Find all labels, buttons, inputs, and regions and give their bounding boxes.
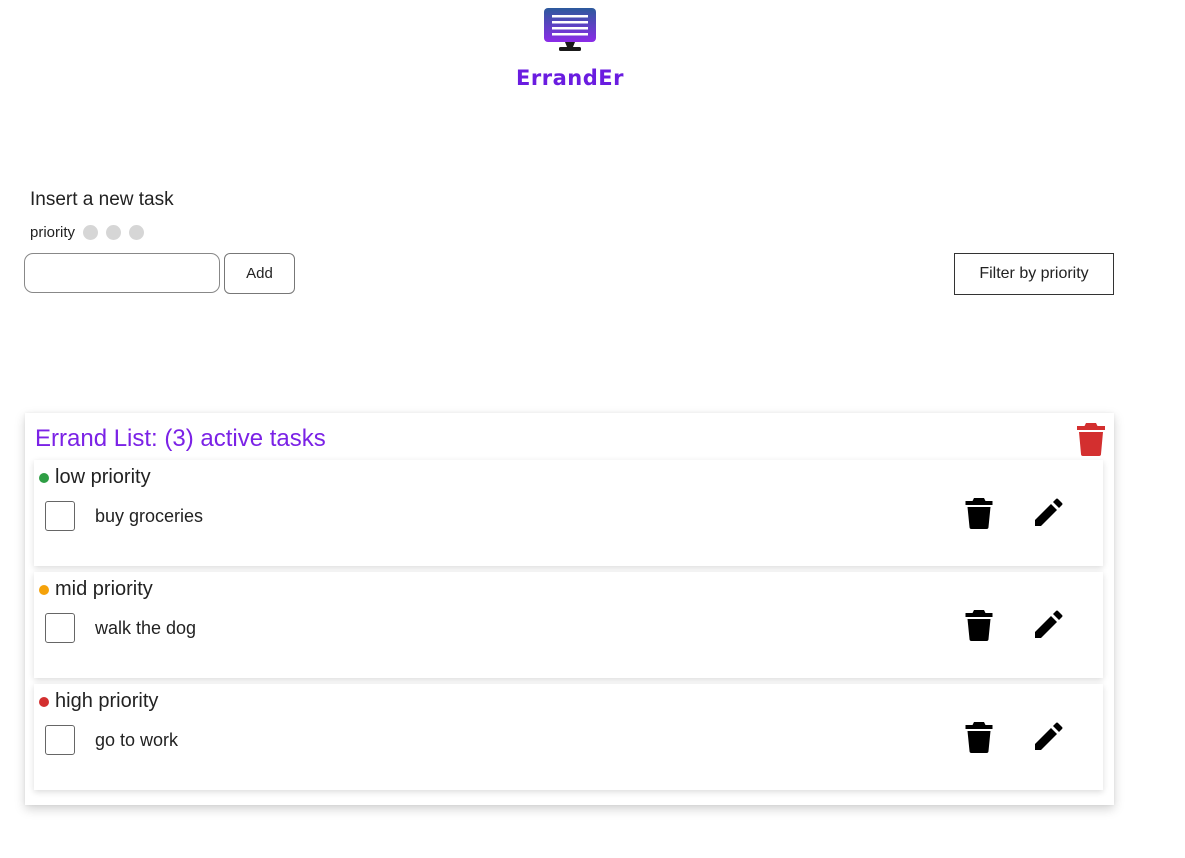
filter-by-priority-button[interactable]: Filter by priority	[954, 253, 1114, 295]
priority-label: mid priority	[55, 578, 153, 600]
list-title: Errand List: (3) active tasks	[35, 425, 326, 452]
priority-label: priority	[30, 224, 76, 241]
task-card: high priority go to work	[34, 684, 1103, 790]
priority-label: low priority	[55, 466, 151, 488]
app-logo: ErrandEr	[510, 6, 630, 90]
task-checkbox[interactable]	[45, 613, 75, 643]
task-checkbox[interactable]	[45, 725, 75, 755]
task-card: mid priority walk the dog	[34, 572, 1103, 678]
brand-name: ErrandEr	[516, 66, 624, 90]
delete-task-trash-icon[interactable]	[965, 609, 993, 646]
insert-task-heading: Insert a new task	[30, 189, 174, 210]
edit-task-pencil-icon[interactable]	[1032, 497, 1064, 534]
priority-selector: priority	[30, 224, 145, 241]
edit-task-pencil-icon[interactable]	[1032, 721, 1064, 758]
priority-dot	[39, 472, 49, 483]
task-checkbox[interactable]	[45, 501, 75, 531]
errand-list: Errand List: (3) active tasks low priori…	[25, 413, 1114, 805]
task-text: go to work	[95, 730, 179, 750]
edit-task-pencil-icon[interactable]	[1032, 609, 1064, 646]
task-input[interactable]	[24, 253, 220, 293]
priority-option-mid[interactable]	[106, 225, 122, 240]
task-text: walk the dog	[95, 618, 197, 638]
task-priority: mid priority	[39, 578, 153, 601]
task-priority: high priority	[39, 690, 158, 713]
task-card: low priority buy groceries	[34, 460, 1103, 566]
monitor-chat-icon	[544, 8, 596, 51]
task-priority: low priority	[39, 466, 151, 489]
priority-dot	[39, 584, 49, 595]
delete-task-trash-icon[interactable]	[965, 497, 993, 534]
delete-task-trash-icon[interactable]	[965, 721, 993, 758]
add-button[interactable]: Add	[224, 253, 295, 294]
task-text: buy groceries	[95, 506, 204, 526]
priority-option-high[interactable]	[129, 225, 145, 240]
priority-label: high priority	[55, 690, 159, 712]
clear-all-trash-icon[interactable]	[1076, 422, 1106, 461]
priority-dot	[39, 696, 49, 707]
priority-option-low[interactable]	[83, 225, 99, 240]
